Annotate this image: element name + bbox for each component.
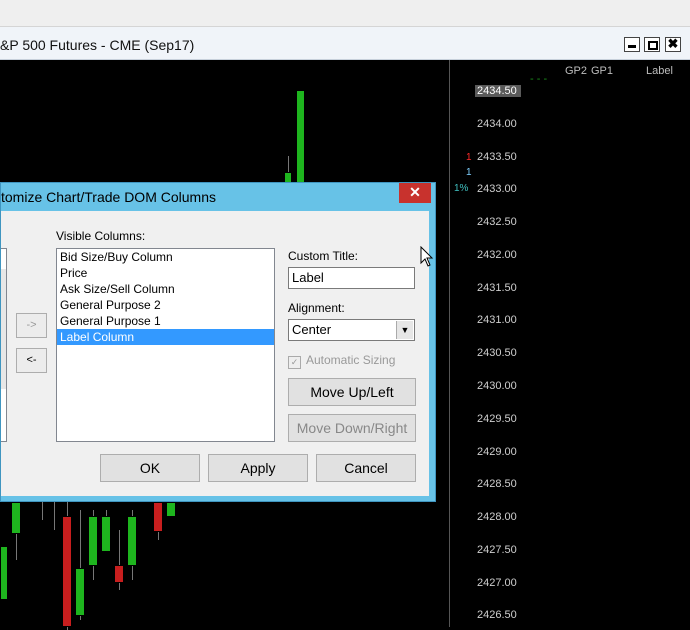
list-item-selected[interactable]: Label Column <box>57 329 274 345</box>
candle-wick <box>42 500 43 520</box>
dom-price[interactable]: 2432.00 <box>477 249 519 261</box>
candle-wick <box>54 500 55 530</box>
list-item[interactable]: Ask Size/Sell Column <box>57 281 274 297</box>
dom-gp-value-cyan: 1 <box>466 167 472 178</box>
dom-price[interactable]: 2427.00 <box>477 577 519 589</box>
candle-up <box>88 516 98 566</box>
dom-price[interactable]: 2431.00 <box>477 314 519 326</box>
dom-header-label[interactable]: Label <box>646 65 673 77</box>
chart-window-title: &P 500 Futures - CME (Sep17) <box>0 37 195 53</box>
maximize-icon[interactable] <box>644 37 660 52</box>
dom-price[interactable]: 2433.50 <box>477 151 519 163</box>
checkbox-check-icon: ✓ <box>288 356 301 369</box>
top-strip <box>0 0 690 27</box>
list-item[interactable]: Price <box>57 265 274 281</box>
dom-price[interactable]: 2432.50 <box>477 216 519 228</box>
apply-button[interactable]: Apply <box>208 454 308 482</box>
automatic-sizing-label: Automatic Sizing <box>306 353 396 367</box>
automatic-sizing-checkbox[interactable]: ✓ Automatic Sizing <box>288 353 395 369</box>
candle-down <box>153 502 163 532</box>
chevron-down-icon[interactable]: ▼ <box>396 321 413 339</box>
ok-button[interactable]: OK <box>100 454 200 482</box>
dom-price[interactable]: 2431.50 <box>477 282 519 294</box>
close-icon[interactable]: ✖ <box>665 37 681 52</box>
dialog-close-icon[interactable]: ✕ <box>399 183 431 203</box>
dom-price[interactable]: 2427.50 <box>477 544 519 556</box>
dialog-title: tomize Chart/Trade DOM Columns <box>1 189 216 205</box>
add-column-button[interactable]: -> <box>16 313 47 338</box>
chart-window-titlebar[interactable]: &P 500 Futures - CME (Sep17) <box>0 27 690 60</box>
dom-price[interactable]: 2429.50 <box>477 413 519 425</box>
dom-header-gp2[interactable]: GP2 <box>565 65 587 77</box>
candle-up <box>0 546 8 600</box>
list-item[interactable]: General Purpose 1 <box>57 313 274 329</box>
dom-gp-marker: - - - <box>530 73 548 85</box>
dom-price[interactable]: 2434.00 <box>477 118 519 130</box>
dom-price-last[interactable]: 2434.50 <box>475 85 521 97</box>
candle-up <box>11 502 21 534</box>
candle-up <box>166 502 176 517</box>
customize-columns-dialog[interactable]: tomize Chart/Trade DOM Columns ✕ Visible… <box>0 182 436 502</box>
dom-price[interactable]: 2430.00 <box>477 380 519 392</box>
custom-title-label: Custom Title: <box>288 249 359 263</box>
move-up-left-button[interactable]: Move Up/Left <box>288 378 416 406</box>
alignment-select[interactable]: Center ▼ <box>288 319 415 341</box>
dom-header-gp1[interactable]: GP1 <box>591 65 613 77</box>
alignment-value: Center <box>292 322 332 337</box>
visible-columns-list[interactable]: Bid Size/Buy Column Price Ask Size/Sell … <box>56 248 275 442</box>
dom-price[interactable]: 2433.00 <box>477 183 519 195</box>
move-down-right-button[interactable]: Move Down/Right <box>288 414 416 442</box>
dom-price[interactable]: 2428.00 <box>477 511 519 523</box>
custom-title-input[interactable]: Label <box>288 267 415 289</box>
candle-down <box>114 565 124 583</box>
list-item[interactable]: Bid Size/Buy Column <box>57 249 274 265</box>
cancel-button[interactable]: Cancel <box>316 454 416 482</box>
candle-up <box>127 516 137 566</box>
list-item[interactable]: General Purpose 2 <box>57 297 274 313</box>
alignment-label: Alignment: <box>288 301 345 315</box>
remove-column-button[interactable]: <- <box>16 348 47 373</box>
dom-price[interactable]: 2429.00 <box>477 446 519 458</box>
list-scroll-track[interactable] <box>1 269 6 389</box>
mouse-cursor-icon <box>420 246 434 267</box>
dom-price[interactable]: 2430.50 <box>477 347 519 359</box>
visible-columns-label: Visible Columns: <box>56 229 146 243</box>
candle-up <box>75 568 85 616</box>
dom-gp-value-red: 1 <box>466 152 472 163</box>
dom-price[interactable]: 2426.50 <box>477 609 519 621</box>
candle-down <box>62 516 72 627</box>
candle-up <box>296 90 305 194</box>
minimize-icon[interactable] <box>624 37 640 52</box>
dom-price[interactable]: 2428.50 <box>477 478 519 490</box>
dom-ladder[interactable]: GP2 GP1 Label - - - 2434.50 2434.00 2433… <box>450 60 690 627</box>
available-columns-list[interactable] <box>1 248 7 442</box>
dialog-body: Visible Columns: Bid Size/Buy Column Pri… <box>1 211 429 496</box>
candle-up <box>101 516 111 552</box>
dom-percent: 1% <box>454 183 469 194</box>
